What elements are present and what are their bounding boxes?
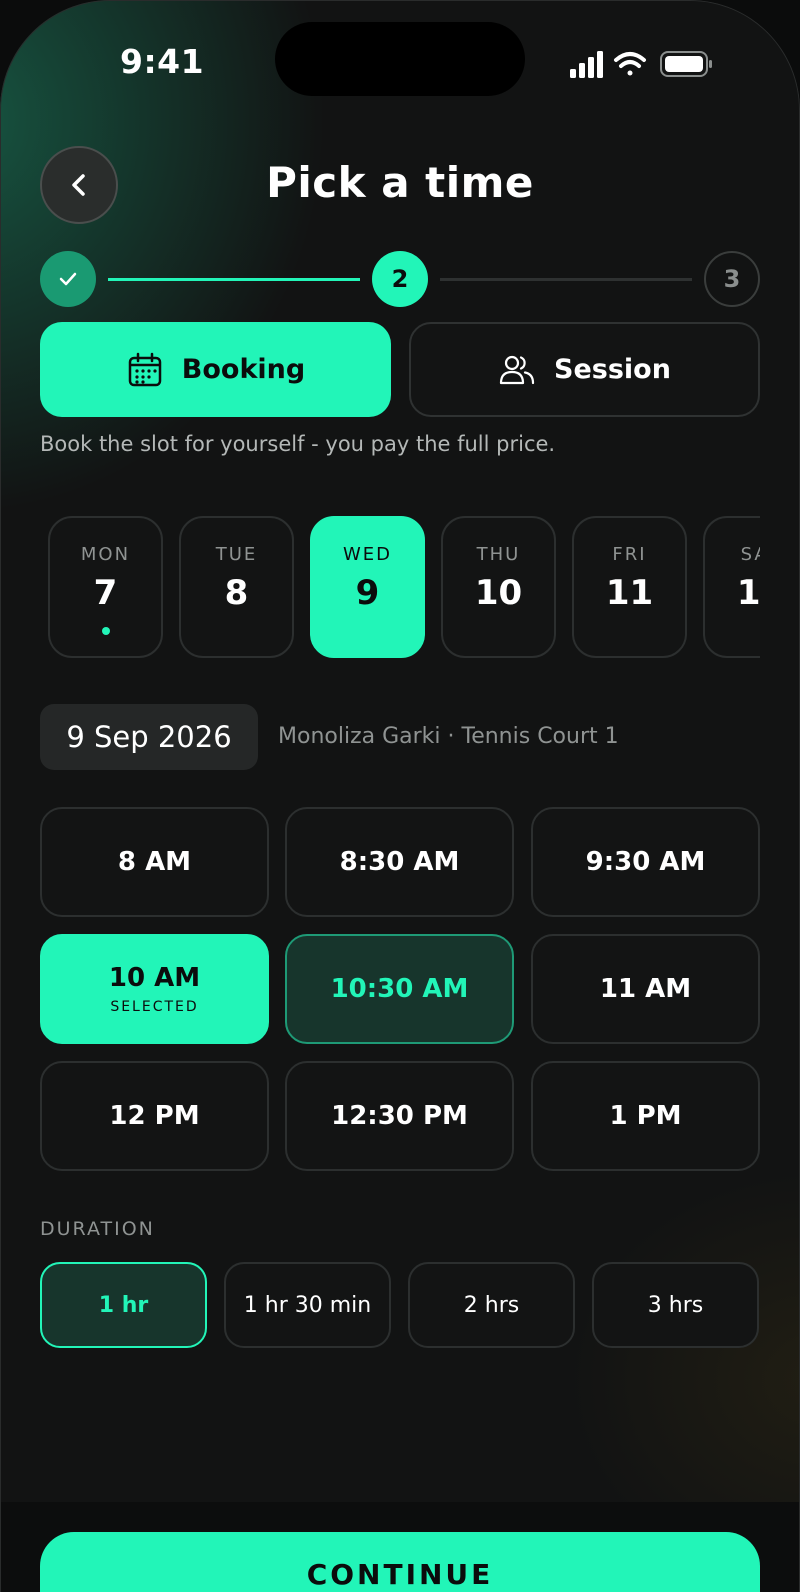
- slot-1030am[interactable]: 10:30 AM: [285, 934, 514, 1044]
- page-title: Pick a time: [266, 158, 534, 207]
- day-number: 7: [93, 573, 118, 613]
- stepper-line-done: [108, 278, 360, 281]
- slot-12pm[interactable]: 12 PM: [40, 1061, 269, 1171]
- phone-screen: 9:41 Pick a time 2 3 Booking Session Boo…: [0, 0, 800, 1592]
- status-time: 9:41: [120, 42, 205, 81]
- day-selector: MON 7 TUE 8 WED 9 THU 10 FRI 11 SAT 12: [48, 516, 760, 660]
- day-name: SAT: [740, 544, 760, 565]
- tab-session-label: Session: [554, 354, 671, 385]
- day-sat[interactable]: SAT 12: [703, 516, 760, 658]
- day-wed[interactable]: WED 9: [310, 516, 425, 658]
- duration-2hrs[interactable]: 2 hrs: [408, 1262, 575, 1348]
- today-dot: [101, 627, 110, 635]
- duration-3hrs[interactable]: 3 hrs: [592, 1262, 759, 1348]
- step-2-current: 2: [372, 251, 428, 307]
- slot-1230pm[interactable]: 12:30 PM: [285, 1061, 514, 1171]
- day-number: 11: [605, 573, 654, 613]
- slot-label: 12 PM: [109, 1101, 200, 1131]
- battery-icon: [660, 51, 712, 77]
- device-bezel: [0, 0, 800, 1592]
- status-icons: [570, 51, 712, 78]
- signal-icon: [570, 51, 603, 78]
- day-number: 12: [736, 573, 760, 613]
- slot-label: 10 AM: [108, 963, 201, 993]
- calendar-icon: [126, 351, 164, 389]
- slot-830am[interactable]: 8:30 AM: [285, 807, 514, 917]
- day-name: WED: [342, 544, 393, 565]
- slot-8am[interactable]: 8 AM: [40, 807, 269, 917]
- tab-booking[interactable]: Booking: [40, 322, 391, 417]
- slot-10am[interactable]: 10 AM SELECTED: [40, 934, 269, 1044]
- slot-selected-tag: SELECTED: [110, 999, 199, 1015]
- tab-booking-label: Booking: [181, 354, 306, 385]
- duration-1hr-30min[interactable]: 1 hr 30 min: [224, 1262, 391, 1348]
- day-name: THU: [476, 544, 521, 565]
- day-name: FRI: [612, 544, 647, 565]
- slot-930am[interactable]: 9:30 AM: [531, 807, 760, 917]
- dynamic-island: [275, 22, 525, 96]
- slot-label: 11 AM: [599, 974, 692, 1004]
- day-mon[interactable]: MON 7: [48, 516, 163, 658]
- day-fri[interactable]: FRI 11: [572, 516, 687, 658]
- slot-label: 9:30 AM: [585, 847, 706, 877]
- day-thu[interactable]: THU 10: [441, 516, 556, 658]
- duration-heading: DURATION: [40, 1218, 155, 1240]
- slot-label: 1 PM: [609, 1101, 682, 1131]
- slot-1pm[interactable]: 1 PM: [531, 1061, 760, 1171]
- slot-11am[interactable]: 11 AM: [531, 934, 760, 1044]
- tab-session[interactable]: Session: [409, 322, 760, 417]
- stepper-line-pending: [440, 278, 692, 281]
- day-number: 8: [224, 573, 249, 613]
- wifi-icon: [614, 52, 646, 76]
- step-3-pending: 3: [704, 251, 760, 307]
- day-name: MON: [80, 544, 131, 565]
- day-number: 9: [355, 573, 380, 613]
- check-icon: [59, 272, 77, 286]
- slot-label: 8 AM: [117, 847, 192, 877]
- venue-label: Monoliza Garki · Tennis Court 1: [278, 724, 619, 749]
- continue-button[interactable]: CONTINUE: [40, 1532, 760, 1592]
- slot-label: 10:30 AM: [330, 974, 469, 1004]
- booking-description: Book the slot for yourself - you pay the…: [40, 432, 556, 456]
- day-number: 10: [474, 573, 523, 613]
- users-icon: [498, 351, 536, 389]
- slot-label: 12:30 PM: [331, 1101, 468, 1131]
- duration-1hr[interactable]: 1 hr: [40, 1262, 207, 1348]
- step-1-complete: [40, 251, 96, 307]
- slot-label: 8:30 AM: [339, 847, 460, 877]
- day-name: TUE: [215, 544, 258, 565]
- selected-date: 9 Sep 2026: [40, 704, 258, 770]
- day-tue[interactable]: TUE 8: [179, 516, 294, 658]
